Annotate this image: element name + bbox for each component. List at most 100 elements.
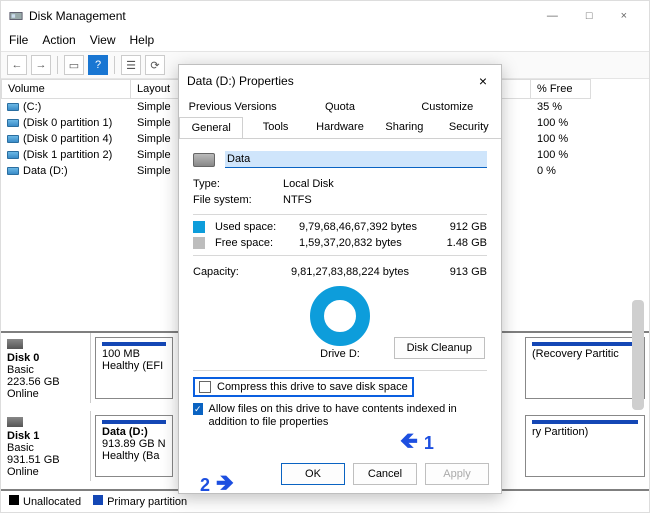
disk-status: Online — [7, 466, 84, 478]
scrollbar[interactable] — [632, 300, 644, 410]
partition[interactable]: 100 MB Healthy (EFI — [95, 337, 173, 399]
part-status: Healthy (Ba — [102, 450, 166, 462]
menu-help[interactable]: Help — [130, 33, 155, 47]
dialog-titlebar: Data (D:) Properties × — [179, 65, 501, 97]
partition[interactable]: ry Partition) — [525, 415, 645, 477]
tab-hardware[interactable]: Hardware — [308, 117, 372, 139]
col-free[interactable]: % Free — [531, 79, 591, 99]
vol-name: (Disk 0 partition 1) — [23, 117, 112, 129]
compress-checkbox[interactable] — [199, 381, 211, 393]
tab-quota[interactable]: Quota — [286, 97, 393, 117]
used-bytes: 9,79,68,46,67,392 bytes — [299, 221, 423, 233]
tab-previous-versions[interactable]: Previous Versions — [179, 97, 286, 117]
disk-meta[interactable]: Disk 0 Basic 223.56 GB Online — [1, 333, 91, 403]
compress-label: Compress this drive to save disk space — [217, 381, 408, 393]
col-volume[interactable]: Volume — [1, 79, 131, 99]
partition[interactable]: (Recovery Partitic — [525, 337, 645, 399]
free-swatch — [193, 237, 205, 249]
disk-name: Disk 1 — [7, 430, 84, 442]
forward-button[interactable]: → — [31, 55, 51, 75]
menu-file[interactable]: File — [9, 33, 28, 47]
part-size: 913.89 GB N — [102, 438, 166, 450]
dialog-title: Data (D:) Properties — [187, 74, 473, 88]
drive-icon — [193, 153, 215, 167]
disk-meta[interactable]: Disk 1 Basic 931.51 GB Online — [1, 411, 91, 481]
free-label: Free space: — [215, 237, 295, 249]
back-button[interactable]: ← — [7, 55, 27, 75]
free-bytes: 1,59,37,20,832 bytes — [299, 237, 423, 249]
drive-icon — [7, 119, 19, 127]
drive-icon — [7, 103, 19, 111]
cancel-button[interactable]: Cancel — [353, 463, 417, 485]
used-swatch — [193, 221, 205, 233]
titlebar: Disk Management — □ × — [1, 1, 649, 31]
menu-view[interactable]: View — [90, 33, 116, 47]
vol-name: (Disk 0 partition 4) — [23, 133, 112, 145]
annotation-1: 🡸 1 — [400, 424, 434, 462]
help-button[interactable]: ? — [88, 55, 108, 75]
disk-size: 931.51 GB — [7, 454, 84, 466]
app-icon — [9, 9, 23, 23]
partition-bar — [102, 342, 166, 346]
apply-button[interactable]: Apply — [425, 463, 489, 485]
disk-size: 223.56 GB — [7, 376, 84, 388]
dialog-close-button[interactable]: × — [473, 71, 493, 91]
tab-customize[interactable]: Customize — [394, 97, 501, 117]
refresh-button[interactable]: ⟳ — [145, 55, 165, 75]
cap-bytes: 9,81,27,83,88,224 bytes — [291, 266, 427, 278]
minimize-button[interactable]: — — [533, 4, 572, 28]
tab-tools[interactable]: Tools — [243, 117, 307, 139]
fs-value: NTFS — [283, 194, 487, 206]
capacity-chart-icon — [310, 286, 370, 346]
list-button[interactable]: ☰ — [121, 55, 141, 75]
tab-security[interactable]: Security — [437, 117, 501, 139]
used-label: Used space: — [215, 221, 295, 233]
legend-label: Primary partition — [107, 496, 187, 508]
tabs-row-1: Previous Versions Quota Customize — [179, 97, 501, 117]
annotation-2: 2 🡸 — [200, 466, 234, 504]
menu-action[interactable]: Action — [42, 33, 75, 47]
disk-cleanup-button[interactable]: Disk Cleanup — [394, 337, 485, 359]
arrow-icon: 🡸 — [400, 424, 418, 462]
partition-bar — [532, 342, 638, 346]
partition-bar — [102, 420, 166, 424]
vol-name: Data (D:) — [23, 165, 68, 177]
tab-general[interactable]: General — [179, 117, 243, 139]
part-size: 100 MB — [102, 348, 166, 360]
partition-bar — [532, 420, 638, 424]
part-status: ry Partition) — [532, 426, 638, 438]
close-button[interactable]: × — [607, 4, 641, 28]
properties-dialog: Data (D:) Properties × Previous Versions… — [178, 64, 502, 494]
disk-type: Basic — [7, 364, 84, 376]
properties-button[interactable]: ▭ — [64, 55, 84, 75]
legend-swatch-unallocated — [9, 495, 19, 505]
type-label: Type: — [193, 178, 283, 190]
maximize-button[interactable]: □ — [572, 4, 607, 28]
used-human: 912 GB — [427, 221, 487, 233]
app-title: Disk Management — [29, 9, 533, 23]
disk-status: Online — [7, 388, 84, 400]
tab-sharing[interactable]: Sharing — [372, 117, 436, 139]
partition[interactable]: Data (D:) 913.89 GB N Healthy (Ba — [95, 415, 173, 477]
toolbar-separator — [114, 56, 115, 74]
compress-highlight: Compress this drive to save disk space — [193, 377, 414, 397]
part-status: Healthy (EFI — [102, 360, 166, 372]
dialog-body: Type: Local Disk File system: NTFS Used … — [179, 139, 501, 455]
legend-swatch-primary — [93, 495, 103, 505]
cap-label: Capacity: — [193, 266, 291, 278]
toolbar-separator — [57, 56, 58, 74]
vol-name: (C:) — [23, 101, 41, 113]
fs-label: File system: — [193, 194, 283, 206]
arrow-icon: 🡸 — [216, 466, 234, 504]
ok-button[interactable]: OK — [281, 463, 345, 485]
disk-name: Disk 0 — [7, 352, 84, 364]
vol-name: (Disk 1 partition 2) — [23, 149, 112, 161]
legend-label: Unallocated — [23, 496, 81, 508]
type-value: Local Disk — [283, 178, 487, 190]
disk-icon — [7, 417, 23, 427]
free-human: 1.48 GB — [427, 237, 487, 249]
drive-name-input[interactable] — [225, 151, 487, 168]
index-checkbox[interactable]: ✓ — [193, 403, 203, 415]
menubar: File Action View Help — [1, 31, 649, 51]
part-status: (Recovery Partitic — [532, 348, 638, 360]
